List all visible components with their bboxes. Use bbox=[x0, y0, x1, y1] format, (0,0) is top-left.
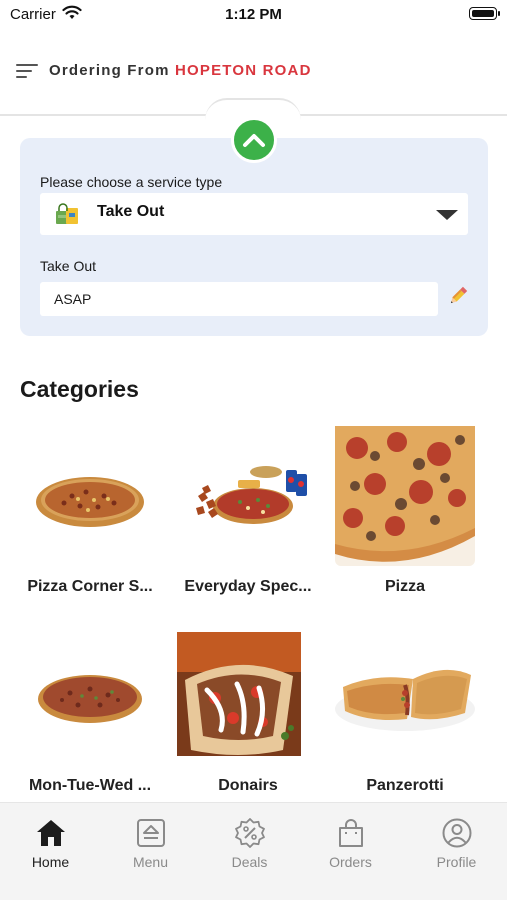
profile-icon bbox=[442, 818, 472, 848]
tab-home-label: Home bbox=[31, 854, 70, 870]
pickup-time-field[interactable]: ASAP bbox=[40, 282, 438, 316]
category-card[interactable]: Everyday Spec... bbox=[168, 426, 318, 606]
menu-icon bbox=[137, 819, 165, 847]
tab-orders-label: Orders bbox=[329, 854, 372, 870]
service-type-prompt: Please choose a service type bbox=[40, 174, 223, 190]
category-card[interactable]: Mon-Tue-Wed ... bbox=[10, 625, 160, 805]
chevron-up-icon bbox=[243, 134, 265, 147]
hamburger-menu-icon[interactable] bbox=[16, 62, 38, 80]
category-label: Donairs bbox=[218, 777, 278, 794]
edit-pencil-icon[interactable] bbox=[447, 285, 469, 307]
category-label: Pizza bbox=[384, 578, 425, 595]
dropdown-arrow-icon bbox=[436, 210, 458, 220]
ordering-from-title[interactable]: Ordering From HOPETON ROAD bbox=[49, 62, 312, 79]
tab-profile-label: Profile bbox=[436, 854, 477, 870]
tab-profile[interactable]: Profile bbox=[406, 803, 507, 883]
takeout-bag-icon bbox=[56, 203, 78, 224]
orders-icon bbox=[339, 819, 363, 847]
tab-menu-label: Menu bbox=[132, 854, 169, 870]
category-label: Everyday Spec... bbox=[184, 578, 312, 595]
app-header: Ordering From HOPETON ROAD bbox=[0, 52, 507, 92]
tab-orders[interactable]: Orders bbox=[300, 803, 401, 883]
pickup-time-value: ASAP bbox=[54, 291, 92, 307]
panzerotti-icon bbox=[335, 669, 475, 731]
pizza-icon bbox=[36, 477, 144, 527]
category-label: Pizza Corner S... bbox=[27, 578, 153, 595]
collapse-panel-button[interactable] bbox=[231, 117, 277, 163]
service-type-select[interactable]: Take Out bbox=[40, 193, 468, 235]
category-label: Mon-Tue-Wed ... bbox=[28, 777, 152, 794]
status-time: 1:12 PM bbox=[225, 6, 282, 23]
home-icon bbox=[37, 820, 65, 846]
status-bar: Carrier 1:12 PM bbox=[0, 0, 507, 30]
tab-home[interactable]: Home bbox=[0, 803, 101, 883]
category-label: Panzerotti bbox=[366, 777, 444, 794]
deals-icon bbox=[235, 818, 265, 848]
battery-icon bbox=[469, 7, 500, 20]
ordering-from-label: Ordering From bbox=[49, 62, 170, 79]
category-card[interactable]: Pizza Corner S... bbox=[10, 426, 160, 606]
tab-deals-label: Deals bbox=[231, 854, 268, 870]
categories-heading: Categories bbox=[20, 376, 139, 402]
tab-deals[interactable]: Deals bbox=[199, 803, 300, 883]
combo-meal-icon bbox=[196, 466, 307, 524]
service-type-panel: Please choose a service type Take Out Ta… bbox=[20, 138, 488, 336]
pizza-icon bbox=[38, 675, 142, 723]
category-card[interactable]: Panzerotti bbox=[325, 625, 475, 805]
bottom-tab-bar: Home Menu Deals Orders Profile bbox=[0, 802, 507, 900]
pickup-time-label: Take Out bbox=[40, 258, 97, 274]
donair-icon bbox=[177, 632, 301, 756]
store-location: HOPETON ROAD bbox=[174, 62, 312, 79]
category-card[interactable]: Donairs bbox=[177, 632, 327, 812]
selected-service-type: Take Out bbox=[97, 203, 165, 220]
tab-menu[interactable]: Menu bbox=[100, 803, 201, 883]
category-card[interactable]: Pizza bbox=[325, 426, 475, 606]
pizza-closeup-icon bbox=[335, 426, 475, 566]
